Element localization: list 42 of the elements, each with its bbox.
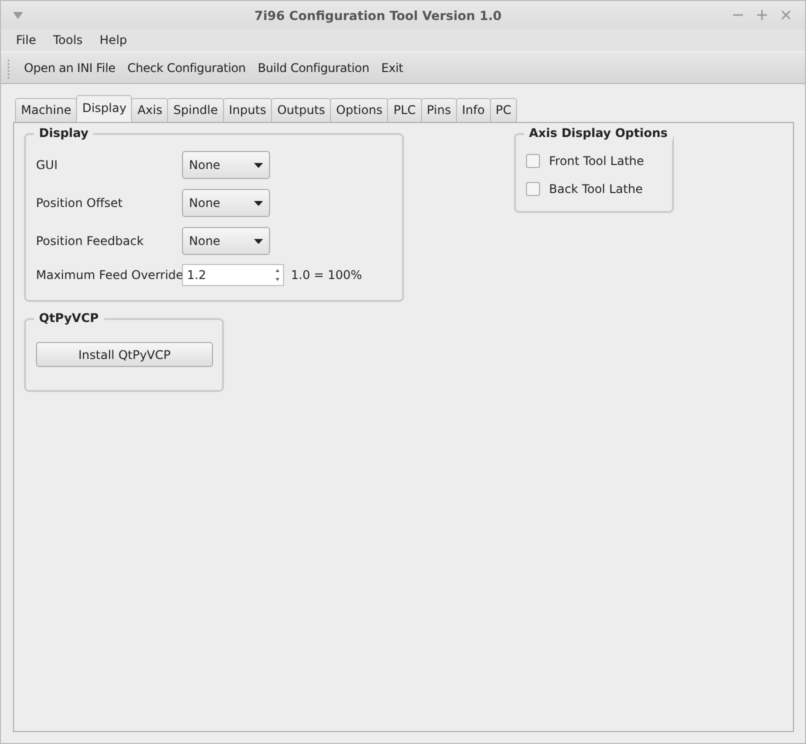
close-icon[interactable] xyxy=(781,10,791,20)
menu-item[interactable]: Help xyxy=(100,33,128,47)
group-title: QtPyVCP xyxy=(34,311,104,325)
tab[interactable]: Info xyxy=(456,98,491,122)
menu-item[interactable]: Tools xyxy=(53,33,83,47)
tab[interactable]: Pins xyxy=(420,98,457,122)
toolbar-button[interactable]: Open an INI File xyxy=(18,61,122,75)
toolbar-button[interactable]: Exit xyxy=(375,61,410,75)
checkbox-label[interactable]: Front Tool Lathe xyxy=(549,154,644,168)
dropdown-arrow-icon xyxy=(254,200,263,206)
dropdown-arrow-icon xyxy=(254,238,263,244)
checkbox[interactable] xyxy=(526,154,540,168)
field-note: 1.0 = 100% xyxy=(291,268,362,282)
group-title: Display xyxy=(34,126,94,140)
tab[interactable]: Outputs xyxy=(271,98,332,122)
checkbox[interactable] xyxy=(526,182,540,196)
install-button[interactable]: Install QtPyVCP xyxy=(36,342,213,367)
dropdown[interactable]: None xyxy=(182,227,270,255)
tab[interactable]: PLC xyxy=(387,98,422,122)
field-label: GUI xyxy=(36,158,59,172)
tab[interactable]: PC xyxy=(490,98,518,122)
toolbar-button[interactable]: Check Configuration xyxy=(121,61,252,75)
dropdown[interactable]: None xyxy=(182,189,270,217)
field-label: Maximum Feed Override xyxy=(36,268,182,282)
spin-box[interactable]: 1.2 xyxy=(182,264,284,286)
dropdown-arrow-icon xyxy=(254,162,263,168)
window-menu-icon[interactable] xyxy=(13,12,23,18)
maximize-icon[interactable] xyxy=(757,10,767,20)
window-title: 7i96 Configuration Tool Version 1.0 xyxy=(253,8,503,22)
field-label: Position Offset xyxy=(36,196,124,210)
tab[interactable]: Inputs xyxy=(222,98,272,122)
tab[interactable]: Spindle xyxy=(167,98,224,122)
menu-item[interactable]: File xyxy=(16,33,36,47)
toolbar-button[interactable]: Build Configuration xyxy=(252,61,376,75)
tab[interactable]: Axis xyxy=(131,98,168,122)
checkbox-label[interactable]: Back Tool Lathe xyxy=(549,182,643,196)
dropdown[interactable]: None xyxy=(182,151,270,179)
tab[interactable]: Options xyxy=(330,98,388,122)
tab[interactable]: Machine xyxy=(15,98,78,122)
field-label: Position Feedback xyxy=(36,234,145,248)
group-title: Axis Display Options xyxy=(524,126,673,140)
toolbar-handle-icon[interactable] xyxy=(7,57,10,79)
